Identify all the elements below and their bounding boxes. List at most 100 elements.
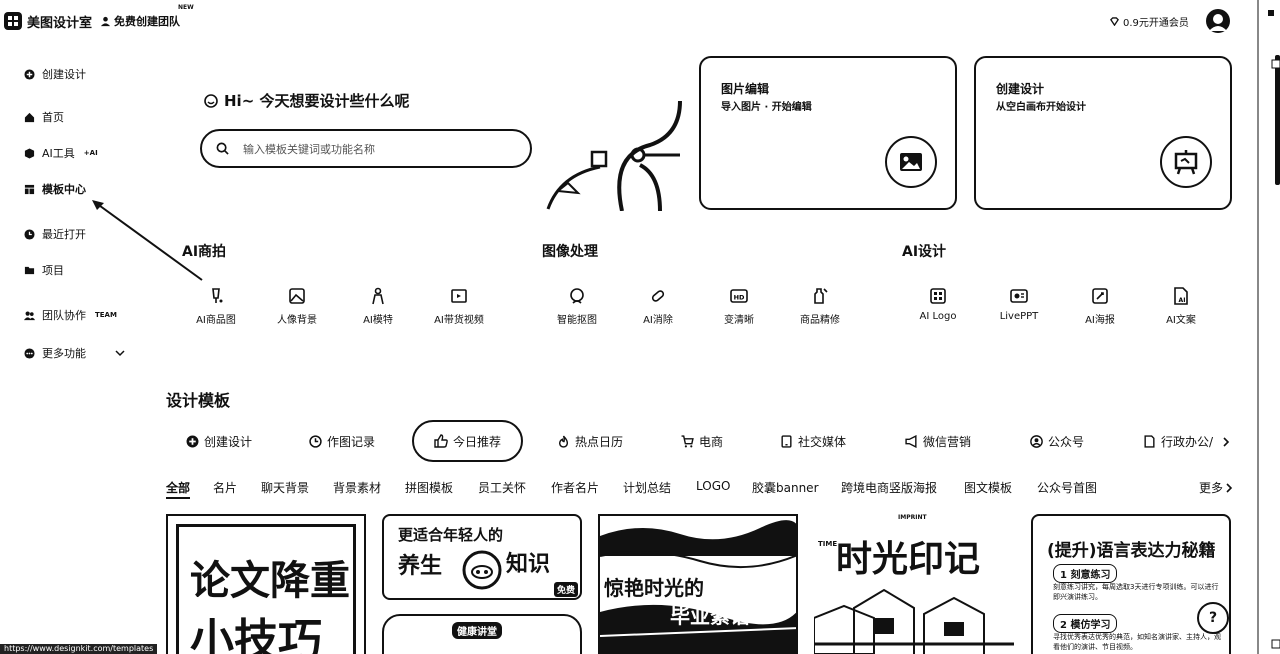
sidebar-item-more[interactable]: 更多功能 <box>24 345 125 361</box>
template-text: 时光印记 <box>836 539 981 580</box>
category-capsule-banner[interactable]: 胶囊banner <box>752 479 819 496</box>
sidebar-item-home[interactable]: 首页 <box>24 109 64 125</box>
clock-icon <box>309 435 322 448</box>
tab-label: 创建设计 <box>204 435 253 449</box>
tool-sharpen[interactable]: HD 变清晰 <box>704 287 774 326</box>
ai-tag: +AI <box>83 149 98 157</box>
tool-ai-copywriting[interactable]: AI AI文案 <box>1146 287 1216 326</box>
tool-ai-selling-video[interactable]: AI带货视频 <box>424 287 494 326</box>
document-icon <box>1144 435 1155 448</box>
create-team-label: 免费创建团队 <box>114 15 180 28</box>
category-employee-care[interactable]: 员工关怀 <box>478 479 526 496</box>
team-icon <box>100 16 111 26</box>
home-icon <box>24 112 35 122</box>
tab-today-recommend[interactable]: 今日推荐 <box>412 420 524 462</box>
template-card[interactable]: (提升)语言表达力秘籍 1 刻意练习 刻意练习讲究，每周选取3天进行专项训练。可… <box>1031 514 1231 654</box>
status-url: https://www.designkit.com/templates <box>0 644 158 654</box>
avatar[interactable] <box>1206 9 1230 33</box>
template-text: 2 模仿学习 <box>1053 614 1118 633</box>
tab-label: 行政办公/ <box>1161 435 1214 449</box>
sidebar-item-label: 最近打开 <box>42 228 86 241</box>
team-icon <box>24 311 35 320</box>
logo-icon[interactable] <box>4 12 22 30</box>
tool-ai-poster[interactable]: AI海报 <box>1065 287 1135 326</box>
template-text: 刻意练习讲究，每周选取3天进行专项训练。可以进行即兴演讲练习。 <box>1053 583 1219 601</box>
category-official-cover[interactable]: 公众号首图 <box>1037 479 1097 496</box>
card-subtitle: 从空白画布开始设计 <box>996 102 1086 113</box>
template-card[interactable]: 惊艳时光的 毕业絮语 <box>598 514 798 654</box>
tool-liveppt[interactable]: LivePPT <box>984 287 1054 322</box>
tab-social-media[interactable]: 社交媒体 <box>780 433 846 450</box>
megaphone-icon <box>905 435 917 448</box>
template-text: 更适合年轻人的 <box>398 526 504 544</box>
card-subtitle: 导入图片 · 开始编辑 <box>721 102 812 113</box>
folder-icon <box>24 266 35 274</box>
section-title: 设计模板 <box>166 391 231 410</box>
vip-button[interactable]: 0.9元开通会员 <box>1110 14 1189 29</box>
sidebar-item-template-center[interactable]: 模板中心 <box>24 181 86 197</box>
svg-text:HD: HD <box>734 294 745 302</box>
create-design-card[interactable]: 创建设计 从空白画布开始设计 <box>974 56 1232 210</box>
tool-product-retouch[interactable]: 商品精修 <box>785 287 855 326</box>
category-plan-summary[interactable]: 计划总结 <box>623 479 671 496</box>
brand-name[interactable]: 美图设计室 <box>27 12 92 31</box>
sidebar-item-label: 模板中心 <box>42 183 86 196</box>
tabs-scroll-right-button[interactable] <box>1216 433 1236 451</box>
health-illustration <box>462 550 502 590</box>
category-author-card[interactable]: 作者名片 <box>551 479 599 496</box>
card-title: 图片编辑 <box>721 82 770 96</box>
category-background-material[interactable]: 背景素材 <box>333 479 381 496</box>
tool-ai-product-image[interactable]: AI商品图 <box>181 287 251 326</box>
search-input[interactable]: 输入模板关键词或功能名称 <box>200 129 532 168</box>
tab-official-account[interactable]: 公众号 <box>1030 433 1084 450</box>
tab-hot-calendar[interactable]: 热点日历 <box>557 433 623 450</box>
picture-icon <box>289 288 305 304</box>
category-business-card[interactable]: 名片 <box>213 479 237 496</box>
tab-label: 作图记录 <box>327 435 376 449</box>
tab-ecommerce[interactable]: 电商 <box>681 433 723 450</box>
bottle-icon <box>814 288 828 304</box>
sidebar-item-label: 更多功能 <box>42 347 86 360</box>
more-categories-button[interactable]: 更多 <box>1199 479 1233 496</box>
category-collage[interactable]: 拼图模板 <box>405 479 453 496</box>
category-crossborder-poster[interactable]: 跨境电商竖版海报 <box>841 479 937 496</box>
category-graphic-template[interactable]: 图文模板 <box>964 479 1012 496</box>
template-text: 毕业絮语 <box>670 604 750 628</box>
tab-wechat-marketing[interactable]: 微信营销 <box>905 433 971 450</box>
image-icon <box>885 136 937 188</box>
sidebar-item-create-design[interactable]: 创建设计 <box>24 66 86 82</box>
tool-label: AI商品图 <box>196 315 236 326</box>
grid-icon <box>24 347 35 359</box>
sidebar-item-recent[interactable]: 最近打开 <box>24 226 86 242</box>
tool-portrait-background[interactable]: 人像背景 <box>262 287 332 326</box>
sidebar-item-team[interactable]: 团队协作 TEAM <box>24 307 117 323</box>
tool-label: AI文案 <box>1166 315 1196 326</box>
create-team-link[interactable]: 免费创建团队 <box>100 13 180 29</box>
template-card[interactable]: 论文降重 小技巧 <box>166 514 366 654</box>
template-text: 小技巧 <box>190 615 322 654</box>
tab-create-design[interactable]: 创建设计 <box>186 433 252 450</box>
template-card[interactable]: IMPRINT TIME 时光印记 <box>814 514 1014 654</box>
greeting: Hi~ 今天想要设计些什么呢 <box>204 90 410 111</box>
tab-design-history[interactable]: 作图记录 <box>309 433 375 450</box>
category-all[interactable]: 全部 <box>166 479 191 499</box>
category-logo[interactable]: LOGO <box>696 479 730 493</box>
tool-ai-erase[interactable]: AI消除 <box>623 287 693 326</box>
user-circle-icon <box>1030 435 1043 448</box>
presentation-icon <box>1010 289 1028 303</box>
scrollbar[interactable] <box>1256 0 1280 654</box>
tab-admin-office[interactable]: 行政办公/ <box>1143 433 1213 450</box>
tool-ai-model[interactable]: AI模特 <box>343 287 413 326</box>
more-label: 更多 <box>1199 481 1224 495</box>
category-chat-background[interactable]: 聊天背景 <box>261 479 309 496</box>
sidebar-item-ai-tools[interactable]: AI工具 +AI <box>24 145 98 161</box>
tool-smart-cutout[interactable]: 智能抠图 <box>542 287 612 326</box>
sidebar-item-projects[interactable]: 项目 <box>24 262 64 278</box>
template-card[interactable]: 更适合年轻人的 养生 知识 免费 健康讲堂 <box>382 514 582 654</box>
help-button[interactable]: ? <box>1197 602 1229 634</box>
tab-label: 公众号 <box>1048 435 1085 449</box>
smile-icon <box>204 93 218 108</box>
tool-ai-logo[interactable]: AI Logo <box>903 287 973 322</box>
flame-icon <box>559 435 569 448</box>
image-edit-card[interactable]: 图片编辑 导入图片 · 开始编辑 <box>699 56 957 210</box>
